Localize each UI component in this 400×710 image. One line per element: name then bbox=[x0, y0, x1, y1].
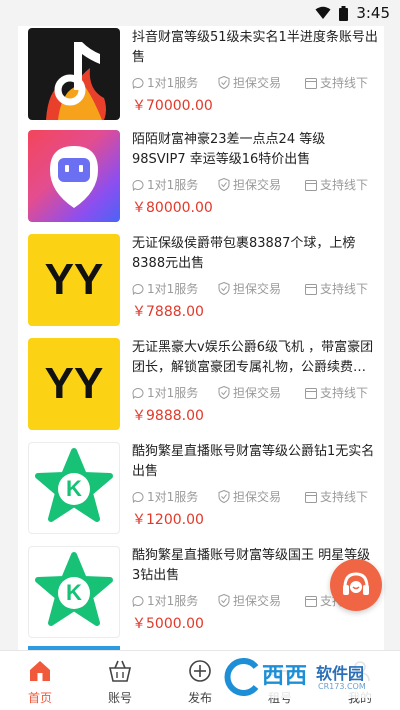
chat-icon bbox=[132, 387, 144, 399]
chat-icon bbox=[132, 179, 144, 191]
calendar-icon bbox=[305, 179, 317, 191]
listing-card[interactable]: 陌陌财富神豪23差一点点24 等级98SVIP7 幸运等级16特价出售 1对1服… bbox=[18, 130, 384, 234]
listing-price: ￥5000.00 bbox=[132, 616, 204, 632]
service-tag: 1对1服务 bbox=[132, 384, 218, 401]
guarantee-tag: 担保交易 bbox=[218, 280, 305, 297]
status-time: 3:45 bbox=[356, 4, 390, 22]
listing-title: 抖音财富等级51级未实名1半进度条账号出售 bbox=[132, 30, 378, 65]
home-icon bbox=[30, 661, 50, 681]
chat-icon bbox=[132, 491, 144, 503]
listing-price: ￥70000.00 bbox=[132, 98, 213, 114]
plus-circle-icon bbox=[189, 660, 211, 682]
watermark-url: CR173.COM bbox=[318, 682, 366, 691]
service-tag: 1对1服务 bbox=[132, 176, 218, 193]
basket-icon bbox=[108, 660, 132, 682]
momo-chat-bubble-icon bbox=[28, 130, 120, 222]
listing-card[interactable]: K 酷狗繁星直播账号财富等级公爵钻1无实名出售 1对1服务 担保交易 支持线下 … bbox=[18, 442, 384, 546]
offline-tag: 支持线下 bbox=[305, 488, 368, 505]
listing-card[interactable]: K 酷狗繁星直播账号财富等级国王 明星等级3钻出售 1对1服务 担保交易 支持线… bbox=[18, 546, 384, 650]
shield-icon bbox=[218, 76, 230, 89]
shield-icon bbox=[218, 490, 230, 503]
kugou-star-icon: K bbox=[28, 546, 120, 638]
status-bar: 3:45 bbox=[0, 0, 400, 26]
shield-icon bbox=[218, 282, 230, 295]
service-tag: 1对1服务 bbox=[132, 592, 218, 609]
guarantee-tag: 担保交易 bbox=[218, 488, 305, 505]
customer-service-button[interactable] bbox=[330, 559, 382, 611]
offline-tag: 支持线下 bbox=[305, 384, 368, 401]
tab-accounts[interactable]: 账号 bbox=[80, 651, 160, 710]
service-tag: 1对1服务 bbox=[132, 280, 218, 297]
guarantee-tag: 担保交易 bbox=[218, 384, 305, 401]
watermark-name: 软件园 bbox=[316, 664, 365, 683]
service-tag: 1对1服务 bbox=[132, 74, 218, 91]
status-icons: 3:45 bbox=[315, 4, 390, 22]
listing-card[interactable]: 抖音财富等级51级未实名1半进度条账号出售 1对1服务 担保交易 支持线下 ￥7… bbox=[18, 26, 384, 130]
listing-title: 无证保级侯爵带包裹83887个球，上榜8388元出售 bbox=[132, 236, 356, 271]
yy-logo-icon: YY bbox=[28, 338, 120, 430]
calendar-icon bbox=[305, 491, 317, 503]
guarantee-tag: 担保交易 bbox=[218, 592, 305, 609]
douyin-music-note-icon bbox=[28, 28, 120, 120]
watermark-brand: 西西 bbox=[262, 664, 309, 689]
guarantee-tag: 担保交易 bbox=[218, 74, 305, 91]
yy-logo-icon: YY bbox=[28, 234, 120, 326]
calendar-icon bbox=[305, 77, 317, 89]
chat-icon bbox=[132, 77, 144, 89]
offline-tag: 支持线下 bbox=[305, 176, 368, 193]
listing-title: 无证黑豪大v娱乐公爵6级飞机 ，带富豪团团长，解锁富豪团专属礼物，公爵续费… bbox=[132, 340, 374, 375]
listing-card[interactable]: YY 无证保级侯爵带包裹83887个球，上榜8388元出售 1对1服务 担保交易… bbox=[18, 234, 384, 338]
listing-list[interactable]: 抖音财富等级51级未实名1半进度条账号出售 1对1服务 担保交易 支持线下 ￥7… bbox=[18, 26, 384, 650]
shield-icon bbox=[218, 178, 230, 191]
headset-icon bbox=[343, 572, 369, 595]
listing-price: ￥80000.00 bbox=[132, 200, 213, 216]
calendar-icon bbox=[305, 283, 317, 295]
listing-price: ￥1200.00 bbox=[132, 512, 204, 528]
wifi-icon bbox=[315, 6, 331, 19]
chat-icon bbox=[132, 283, 144, 295]
service-tag: 1对1服务 bbox=[132, 488, 218, 505]
listing-title: 酷狗繁星直播账号财富等级公爵钻1无实名出售 bbox=[132, 444, 375, 479]
battery-icon bbox=[339, 5, 349, 21]
tab-home[interactable]: 首页 bbox=[0, 651, 80, 710]
listing-card[interactable]: YY 无证黑豪大v娱乐公爵6级飞机 ，带富豪团团长，解锁富豪团专属礼物，公爵续费… bbox=[18, 338, 384, 442]
watermark-logo: 西西 软件园 CR173.COM bbox=[220, 656, 390, 698]
offline-tag: 支持线下 bbox=[305, 74, 368, 91]
chat-icon bbox=[132, 595, 144, 607]
listing-price: ￥9888.00 bbox=[132, 408, 204, 424]
guarantee-tag: 担保交易 bbox=[218, 176, 305, 193]
shield-icon bbox=[218, 594, 230, 607]
listing-title: 陌陌财富神豪23差一点点24 等级98SVIP7 幸运等级16特价出售 bbox=[132, 132, 326, 167]
offline-tag: 支持线下 bbox=[305, 280, 368, 297]
shield-icon bbox=[218, 386, 230, 399]
kugou-star-icon: K bbox=[28, 442, 120, 534]
listing-price: ￥7888.00 bbox=[132, 304, 204, 320]
calendar-icon bbox=[305, 595, 317, 607]
calendar-icon bbox=[305, 387, 317, 399]
watermark-c-icon bbox=[224, 658, 259, 696]
